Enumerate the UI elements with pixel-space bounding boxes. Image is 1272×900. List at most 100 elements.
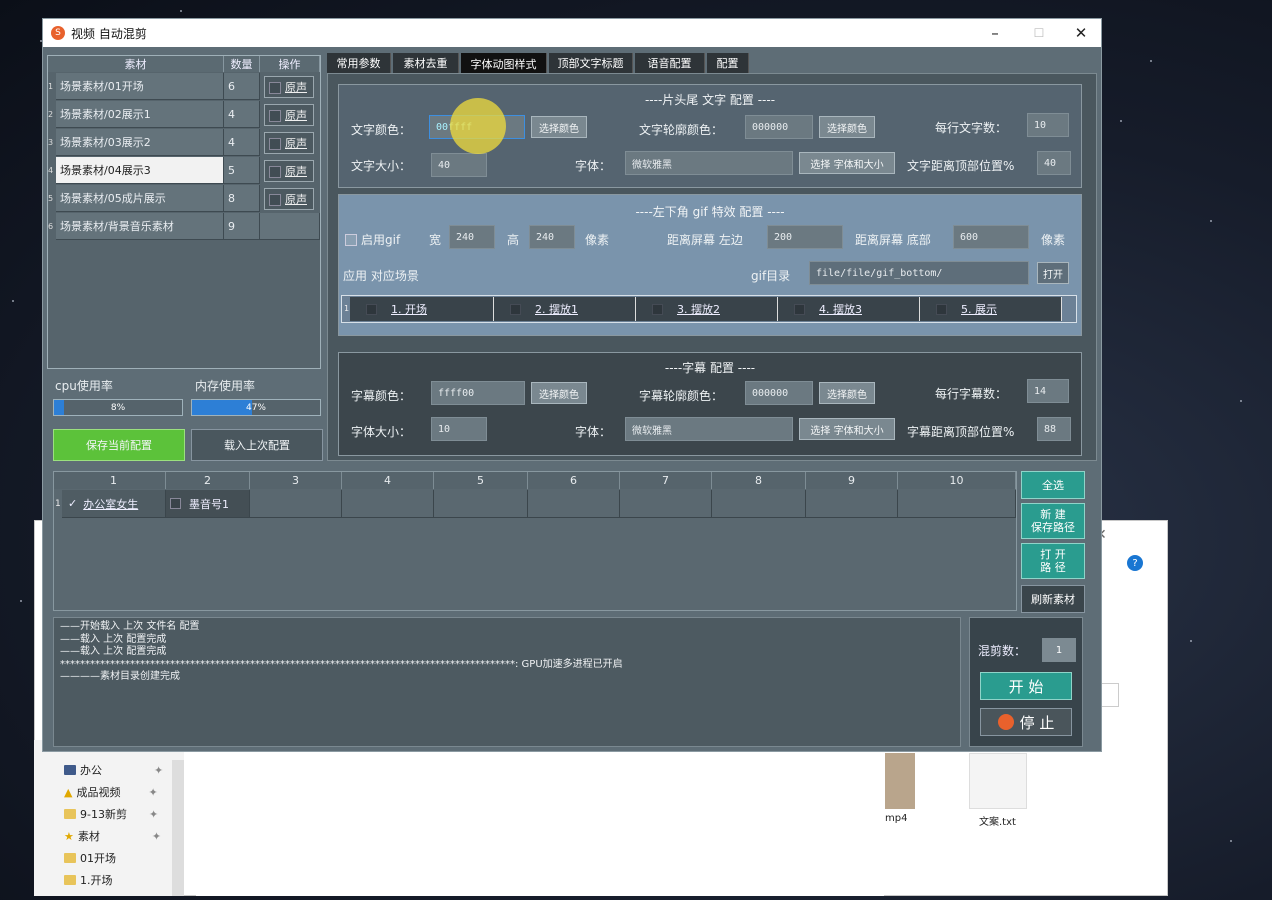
checkbox-icon[interactable] [794, 303, 805, 315]
pick-subtitle-font-button[interactable]: 选择 字体和大小 [799, 418, 895, 440]
checkbox-icon[interactable] [510, 303, 521, 315]
column-header[interactable]: 3 [250, 472, 342, 489]
scene-option-3[interactable]: 3. 摆放2 [636, 297, 778, 321]
checkbox-icon[interactable] [345, 233, 357, 246]
font-name-input[interactable]: 微软雅黑 [625, 151, 793, 175]
subtitle-top-input[interactable]: 88 [1037, 417, 1071, 441]
start-button[interactable]: 开 始 [980, 672, 1072, 700]
enable-gif-checkbox[interactable]: 启用gif [345, 231, 400, 248]
table-row[interactable]: 6 场景素材/背景音乐素材 9 [48, 213, 320, 241]
load-config-button[interactable]: 载入上次配置 [191, 429, 323, 461]
mix-count-input[interactable]: 1 [1042, 638, 1076, 662]
grid-header-count[interactable]: 数量 [224, 56, 260, 72]
checkbox-icon[interactable] [269, 138, 281, 150]
stop-button[interactable]: 停 止 [980, 708, 1072, 736]
pick-subtitle-outline-button[interactable]: 选择颜色 [819, 382, 875, 404]
scene-option-5[interactable]: 5. 展示 [920, 297, 1062, 321]
scene-option-1[interactable]: 1. 开场 [350, 297, 494, 321]
table-row[interactable]: 5 场景素材/05成片展示 8 原声 [48, 185, 320, 213]
table-row[interactable]: 4 场景素材/04展示3 5 原声 [48, 157, 320, 185]
scene-option-2[interactable]: 2. 摆放1 [494, 297, 636, 321]
grid-header-material[interactable]: 素材 [48, 56, 224, 72]
nav-item-opening[interactable]: 01开场 [64, 848, 116, 868]
checkbox-icon[interactable] [366, 303, 377, 315]
column-header[interactable]: 9 [806, 472, 898, 489]
voice-cell-2[interactable]: 墨音号1 [166, 490, 250, 518]
gif-dir-input[interactable]: file/file/gif_bottom/ [809, 261, 1029, 285]
save-config-button[interactable]: 保存当前配置 [53, 429, 185, 461]
column-header[interactable]: 10 [898, 472, 1016, 489]
pick-font-button[interactable]: 选择 字体和大小 [799, 152, 895, 174]
pick-subtitle-color-button[interactable]: 选择颜色 [531, 382, 587, 404]
original-audio-checkbox[interactable]: 原声 [264, 188, 314, 210]
checkbox-icon[interactable] [170, 498, 181, 509]
subtitle-per-line-input[interactable]: 14 [1027, 379, 1069, 403]
font-size-input[interactable]: 40 [431, 153, 487, 177]
scene-option-4[interactable]: 4. 摆放3 [778, 297, 920, 321]
original-audio-checkbox[interactable]: 原声 [264, 160, 314, 182]
minimize-button[interactable]: – [973, 19, 1017, 47]
subtitle-outline-input[interactable]: 000000 [745, 381, 813, 405]
close-button[interactable]: ✕ [1059, 19, 1103, 47]
column-header[interactable]: 6 [528, 472, 620, 489]
file-label-txt[interactable]: 文案.txt [979, 813, 1016, 828]
checkbox-icon[interactable] [269, 110, 281, 122]
help-icon[interactable]: ? [1127, 555, 1143, 571]
tab-top-title[interactable]: 顶部文字标题 [549, 53, 633, 73]
material-name-cell[interactable]: 场景素材/05成片展示 [56, 185, 224, 212]
pick-text-color-button[interactable]: 选择颜色 [531, 116, 587, 138]
original-audio-checkbox[interactable]: 原声 [264, 76, 314, 98]
material-name-cell[interactable]: 场景素材/04展示3 [56, 157, 224, 184]
nav-item-new-cut[interactable]: 9-13新剪 ✦ [64, 804, 158, 824]
tab-font-animation[interactable]: 字体动图样式 [461, 53, 547, 74]
count-cell[interactable]: 4 [224, 101, 260, 128]
chars-per-line-input[interactable]: 10 [1027, 113, 1069, 137]
original-audio-checkbox[interactable]: 原声 [264, 104, 314, 126]
count-cell[interactable]: 6 [224, 73, 260, 100]
video-thumbnail[interactable] [885, 753, 915, 809]
column-header[interactable]: 8 [712, 472, 806, 489]
new-save-path-button[interactable]: 新 建 保存路径 [1021, 503, 1085, 539]
checkbox-icon[interactable] [936, 303, 947, 315]
material-name-cell[interactable]: 场景素材/背景音乐素材 [56, 213, 224, 240]
material-name-cell[interactable]: 场景素材/02展示1 [56, 101, 224, 128]
subtitle-size-input[interactable]: 10 [431, 417, 487, 441]
grid-header-action[interactable]: 操作 [260, 56, 320, 72]
nav-item-finished[interactable]: ▲ 成品视频 ✦ [64, 782, 158, 802]
text-file-icon[interactable] [969, 753, 1027, 809]
table-row[interactable]: 1 场景素材/01开场 6 原声 [48, 73, 320, 101]
gif-width-input[interactable]: 240 [449, 225, 495, 249]
count-cell[interactable]: 5 [224, 157, 260, 184]
checkbox-icon[interactable] [269, 194, 281, 206]
material-name-cell[interactable]: 场景素材/03展示2 [56, 129, 224, 156]
voice-cell-empty[interactable] [434, 490, 528, 518]
gif-height-input[interactable]: 240 [529, 225, 575, 249]
open-gif-dir-button[interactable]: 打开 [1037, 262, 1069, 284]
count-cell[interactable]: 9 [224, 213, 260, 240]
table-row[interactable]: 2 场景素材/02展示1 4 原声 [48, 101, 320, 129]
checkbox-icon[interactable] [652, 303, 663, 315]
log-output[interactable]: ——开始载入 上次 文件名 配置 ——载入 上次 配置完成 ——载入 上次 配置… [53, 617, 961, 747]
top-position-input[interactable]: 40 [1037, 151, 1071, 175]
checkbox-icon[interactable] [269, 82, 281, 94]
maximize-button[interactable]: ☐ [1017, 19, 1061, 47]
table-row[interactable]: 3 场景素材/03展示2 4 原声 [48, 129, 320, 157]
voice-cell-empty[interactable] [898, 490, 1016, 518]
nav-item-office[interactable]: 办公 ✦ [64, 760, 163, 780]
tab-dedup[interactable]: 素材去重 [393, 53, 459, 73]
voice-cell-empty[interactable] [342, 490, 434, 518]
original-audio-checkbox[interactable]: 原声 [264, 132, 314, 154]
checkbox-icon[interactable] [269, 166, 281, 178]
subtitle-color-input[interactable]: ffff00 [431, 381, 525, 405]
voice-cell-empty[interactable] [712, 490, 806, 518]
voice-cell-empty[interactable] [528, 490, 620, 518]
voice-cell-1[interactable]: ✓ 办公室女生 [62, 490, 166, 518]
column-header[interactable]: 4 [342, 472, 434, 489]
distance-left-input[interactable]: 200 [767, 225, 843, 249]
open-path-button[interactable]: 打 开 路 径 [1021, 543, 1085, 579]
voice-cell-empty[interactable] [250, 490, 342, 518]
distance-bottom-input[interactable]: 600 [953, 225, 1029, 249]
nav-item-opening2[interactable]: 1.开场 [64, 870, 113, 890]
sidebar-scrollbar[interactable] [172, 760, 184, 896]
voice-cell-empty[interactable] [620, 490, 712, 518]
